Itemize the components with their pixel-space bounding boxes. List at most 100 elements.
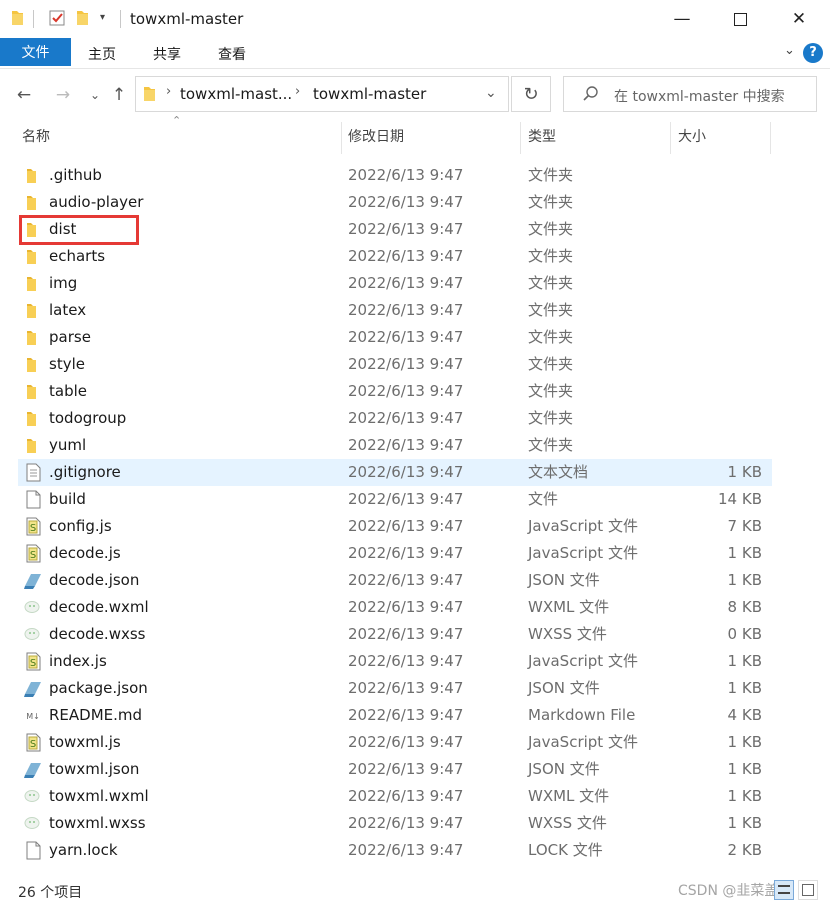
close-button[interactable]: ✕ xyxy=(769,0,829,38)
file-row[interactable]: Stowxml.js 2022/6/13 9:47 JavaScript 文件 1 K… xyxy=(18,729,772,756)
file-name: towxml.wxss xyxy=(49,814,146,832)
address-bar[interactable]: › towxml-mast... › towxml-master ⌄ xyxy=(135,76,509,112)
column-divider[interactable] xyxy=(670,122,671,154)
column-header-date[interactable]: 修改日期 xyxy=(344,126,520,152)
file-row[interactable]: table 2022/6/13 9:47 文件夹 xyxy=(18,378,772,405)
new-folder-icon[interactable] xyxy=(75,9,89,31)
divider xyxy=(120,10,121,28)
column-header-type[interactable]: 类型 xyxy=(524,126,670,152)
tab-share[interactable]: 共享 xyxy=(153,44,181,64)
file-type: JavaScript 文件 xyxy=(528,544,638,562)
js-file-icon: S xyxy=(24,652,42,671)
file-row[interactable]: decode.wxss 2022/6/13 9:47 WXSS 文件 0 KB xyxy=(18,621,772,648)
folder-icon xyxy=(24,382,42,401)
json-file-icon xyxy=(24,571,42,590)
file-type: WXML 文件 xyxy=(528,787,610,805)
ribbon: 文件 主页 共享 查看 ⌄ ? xyxy=(0,38,830,68)
tab-view[interactable]: 查看 xyxy=(218,44,246,64)
details-view-button[interactable] xyxy=(774,880,794,900)
file-date: 2022/6/13 9:47 xyxy=(348,463,464,481)
file-name: decode.js xyxy=(49,544,121,562)
file-name: yuml xyxy=(49,436,87,454)
up-button[interactable]: ↑ xyxy=(108,82,130,108)
title-bar: ▾ towxml-master — ✕ xyxy=(0,0,830,38)
file-name: .gitignore xyxy=(49,463,121,481)
search-box[interactable]: 在 towxml-master 中搜索 xyxy=(563,76,817,112)
large-icons-view-button[interactable] xyxy=(798,880,818,900)
file-name: build xyxy=(49,490,86,508)
column-header-type-label: 类型 xyxy=(528,129,556,145)
file-row[interactable]: latex 2022/6/13 9:47 文件夹 xyxy=(18,297,772,324)
window-title: towxml-master xyxy=(130,10,244,28)
maximize-button[interactable] xyxy=(710,0,770,38)
svg-text:M↓: M↓ xyxy=(26,712,40,721)
file-row[interactable]: towxml.json 2022/6/13 9:47 JSON 文件 1 KB xyxy=(18,756,772,783)
file-row[interactable]: decode.wxml 2022/6/13 9:47 WXML 文件 8 KB xyxy=(18,594,772,621)
svg-text:S: S xyxy=(30,739,36,750)
column-header-size-label: 大小 xyxy=(678,129,706,145)
file-row[interactable]: img 2022/6/13 9:47 文件夹 xyxy=(18,270,772,297)
file-name: yarn.lock xyxy=(49,841,118,859)
file-row[interactable]: decode.json 2022/6/13 9:47 JSON 文件 1 KB xyxy=(18,567,772,594)
file-row[interactable]: M↓ README.md 2022/6/13 9:47 Markdown File 4 … xyxy=(18,702,772,729)
file-row[interactable]: yarn.lock 2022/6/13 9:47 LOCK 文件 2 KB xyxy=(18,837,772,864)
blank-file-icon xyxy=(24,490,42,509)
search-input[interactable]: 在 towxml-master 中搜索 xyxy=(614,86,785,106)
breadcrumb-separator-icon[interactable]: › xyxy=(295,84,300,99)
file-name: decode.wxml xyxy=(49,598,149,616)
column-header-name[interactable]: 名称 xyxy=(18,126,340,152)
file-row[interactable]: build 2022/6/13 9:47 文件 14 KB xyxy=(18,486,772,513)
help-icon[interactable]: ? xyxy=(803,43,823,63)
recent-locations-button[interactable]: ⌄ xyxy=(84,82,106,108)
tab-home[interactable]: 主页 xyxy=(88,44,116,64)
file-row[interactable]: towxml.wxml 2022/6/13 9:47 WXML 文件 1 KB xyxy=(18,783,772,810)
file-date: 2022/6/13 9:47 xyxy=(348,247,464,265)
file-row[interactable]: towxml.wxss 2022/6/13 9:47 WXSS 文件 1 KB xyxy=(18,810,772,837)
column-header-size[interactable]: 大小 xyxy=(674,126,770,152)
file-row[interactable]: parse 2022/6/13 9:47 文件夹 xyxy=(18,324,772,351)
back-button[interactable]: ← xyxy=(13,82,35,108)
tab-file[interactable]: 文件 xyxy=(0,38,71,66)
file-name: parse xyxy=(49,328,91,346)
quick-access-dropdown-icon[interactable]: ▾ xyxy=(100,12,105,23)
file-name: package.json xyxy=(49,679,148,697)
file-row[interactable]: yuml 2022/6/13 9:47 文件夹 xyxy=(18,432,772,459)
properties-icon[interactable] xyxy=(48,9,66,31)
file-date: 2022/6/13 9:47 xyxy=(348,733,464,751)
file-name: README.md xyxy=(49,706,143,724)
file-row[interactable]: Sindex.js 2022/6/13 9:47 JavaScript 文件 1 KB xyxy=(18,648,772,675)
column-divider[interactable] xyxy=(770,122,771,154)
file-row[interactable]: package.json 2022/6/13 9:47 JSON 文件 1 KB xyxy=(18,675,772,702)
file-date: 2022/6/13 9:47 xyxy=(348,598,464,616)
column-divider[interactable] xyxy=(520,122,521,154)
file-row[interactable]: echarts 2022/6/13 9:47 文件夹 xyxy=(18,243,772,270)
file-type: 文件夹 xyxy=(528,301,574,319)
minimize-icon: — xyxy=(673,9,691,29)
address-dropdown-icon[interactable]: ⌄ xyxy=(485,85,497,101)
file-name: audio-player xyxy=(49,193,144,211)
column-divider[interactable] xyxy=(341,122,342,154)
forward-button[interactable]: → xyxy=(52,82,74,108)
file-row[interactable]: style 2022/6/13 9:47 文件夹 xyxy=(18,351,772,378)
breadcrumb-item-current[interactable]: towxml-master xyxy=(313,85,426,103)
minimize-button[interactable]: — xyxy=(652,0,712,38)
file-type: 文件夹 xyxy=(528,274,574,292)
file-name: towxml.js xyxy=(49,733,121,751)
file-date: 2022/6/13 9:47 xyxy=(348,841,464,859)
breadcrumb-separator-icon[interactable]: › xyxy=(166,84,171,99)
file-row[interactable]: todogroup 2022/6/13 9:47 文件夹 xyxy=(18,405,772,432)
wechat-file-icon xyxy=(24,814,42,833)
file-date: 2022/6/13 9:47 xyxy=(348,787,464,805)
file-row[interactable]: audio-player 2022/6/13 9:47 文件夹 xyxy=(18,189,772,216)
file-row[interactable]: .gitignore 2022/6/13 9:47 文本文档 1 KB xyxy=(18,459,772,486)
file-date: 2022/6/13 9:47 xyxy=(348,220,464,238)
refresh-button[interactable]: ↻ xyxy=(511,76,551,112)
file-row[interactable]: Sconfig.js 2022/6/13 9:47 JavaScript 文件 7 K… xyxy=(18,513,772,540)
breadcrumb-item[interactable]: towxml-mast... xyxy=(180,85,292,103)
file-row[interactable]: .github 2022/6/13 9:47 文件夹 xyxy=(18,162,772,189)
ribbon-expand-icon[interactable]: ⌄ xyxy=(784,43,795,58)
large-icons-view-icon xyxy=(802,884,814,896)
file-row[interactable]: Sdecode.js 2022/6/13 9:47 JavaScript 文件 1 K… xyxy=(18,540,772,567)
file-type: JavaScript 文件 xyxy=(528,652,638,670)
svg-text:S: S xyxy=(30,523,36,534)
